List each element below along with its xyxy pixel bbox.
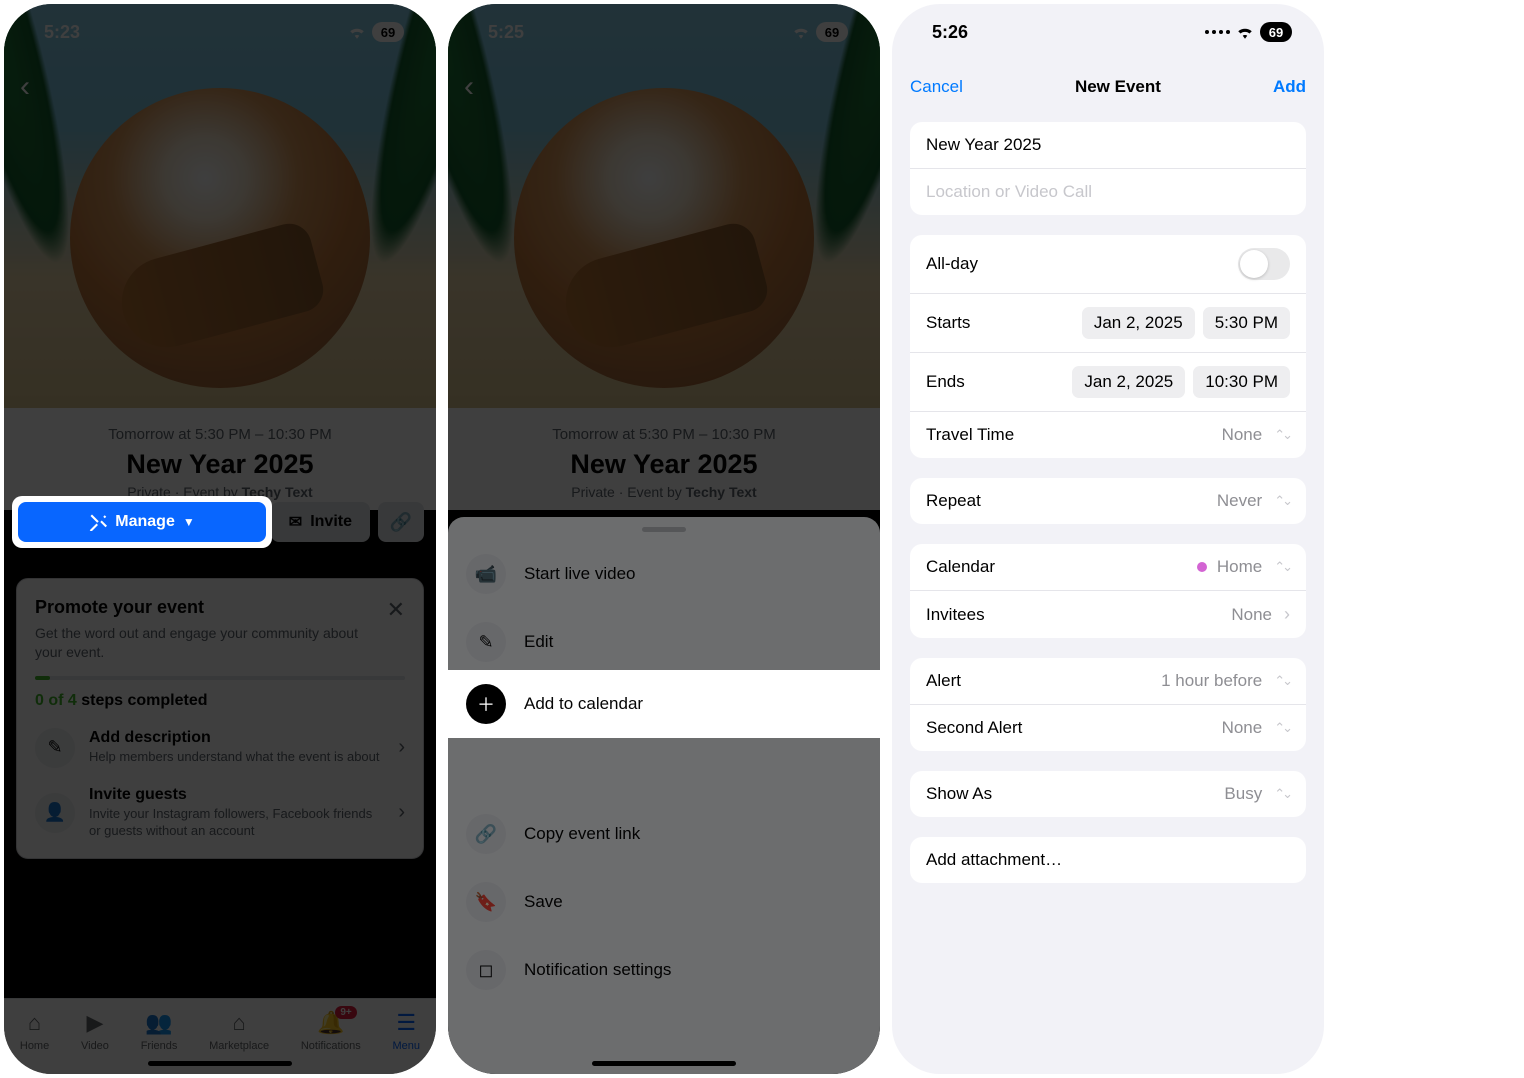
row-travel-time[interactable]: Travel Time None⌃⌄ [910,412,1306,458]
updown-icon: ⌃⌄ [1274,786,1290,802]
highlight-manage: Manage ▼ [12,496,272,548]
row-starts: Starts Jan 2, 2025 5:30 PM [910,294,1306,353]
video-icon: 📹 [466,554,506,594]
caret-down-icon: ▼ [183,515,195,529]
nav-bar: Cancel New Event Add [892,60,1324,114]
screen-ios-new-event: 5:26 69 Cancel New Event Add New Year 20… [892,4,1324,1074]
home-indicator [592,1061,736,1066]
status-time: 5:26 [932,22,968,43]
sheet-copy-link[interactable]: 🔗Copy event link [448,800,880,868]
calendar-plus-icon: ＋ [466,684,506,724]
bell-settings-icon: ◻ [466,950,506,990]
group-alert: Alert 1 hour before⌃⌄ Second Alert None⌃… [910,658,1306,751]
updown-icon: ⌃⌄ [1274,427,1290,443]
group-show-as: Show As Busy⌃⌄ [910,771,1306,817]
row-ends: Ends Jan 2, 2025 10:30 PM [910,353,1306,412]
add-button[interactable]: Add [1273,77,1306,97]
sheet-add-calendar-placeholder [448,744,880,800]
tools-icon [89,513,107,531]
sheet-handle[interactable] [642,527,686,532]
screen-fb-manage-sheet: ‹ 5:25 69 Tomorrow at 5:30 PM – 10:30 PM… [448,4,880,1074]
event-name-field[interactable]: New Year 2025 [910,122,1306,169]
row-second-alert[interactable]: Second Alert None⌃⌄ [910,705,1306,751]
group-repeat: Repeat Never⌃⌄ [910,478,1306,524]
row-all-day: All-day [910,235,1306,294]
wifi-icon [1236,25,1254,39]
location-field[interactable]: Location or Video Call [910,169,1306,215]
nav-title: New Event [1075,77,1161,97]
row-alert[interactable]: Alert 1 hour before⌃⌄ [910,658,1306,705]
group-attachment: Add attachment… [910,837,1306,883]
updown-icon: ⌃⌄ [1274,720,1290,736]
sheet-start-live[interactable]: 📹Start live video [448,540,880,608]
starts-date-picker[interactable]: Jan 2, 2025 [1082,307,1195,339]
manage-button[interactable]: Manage ▼ [18,502,266,542]
link-icon: 🔗 [466,814,506,854]
updown-icon: ⌃⌄ [1274,673,1290,689]
all-day-toggle[interactable] [1238,248,1290,280]
calendar-dot-icon [1197,562,1207,572]
manage-sheet: 📹Start live video ✎Edit ❐Duplicate 🔗Copy… [448,517,880,1074]
sheet-notification-settings[interactable]: ◻Notification settings [448,936,880,1004]
sheet-edit[interactable]: ✎Edit [448,608,880,676]
row-repeat[interactable]: Repeat Never⌃⌄ [910,478,1306,524]
group-title-location: New Year 2025 Location or Video Call [910,122,1306,215]
status-bar: 5:26 69 [892,4,1324,60]
ends-date-picker[interactable]: Jan 2, 2025 [1072,366,1185,398]
row-add-attachment[interactable]: Add attachment… [910,837,1306,883]
ends-time-picker[interactable]: 10:30 PM [1193,366,1290,398]
home-indicator [148,1061,292,1066]
row-show-as[interactable]: Show As Busy⌃⌄ [910,771,1306,817]
row-invitees[interactable]: Invitees None› [910,591,1306,638]
cancel-button[interactable]: Cancel [910,77,963,97]
battery-icon: 69 [1260,22,1292,42]
starts-time-picker[interactable]: 5:30 PM [1203,307,1290,339]
pencil-icon: ✎ [466,622,506,662]
updown-icon: ⌃⌄ [1274,559,1290,575]
screen-fb-event: ‹ 5:23 69 Tomorrow at 5:30 PM – 10:30 PM… [4,4,436,1074]
group-calendar-invitees: Calendar Home⌃⌄ Invitees None› [910,544,1306,638]
updown-icon: ⌃⌄ [1274,493,1290,509]
form-area: New Year 2025 Location or Video Call All… [892,122,1324,1074]
chevron-right-icon: › [1284,604,1290,625]
sheet-save[interactable]: 🔖Save [448,868,880,936]
group-datetime: All-day Starts Jan 2, 2025 5:30 PM Ends … [910,235,1306,458]
bookmark-icon: 🔖 [466,882,506,922]
cellular-icon [1205,30,1230,34]
row-calendar[interactable]: Calendar Home⌃⌄ [910,544,1306,591]
sheet-add-to-calendar[interactable]: ＋ Add to calendar [448,670,880,738]
